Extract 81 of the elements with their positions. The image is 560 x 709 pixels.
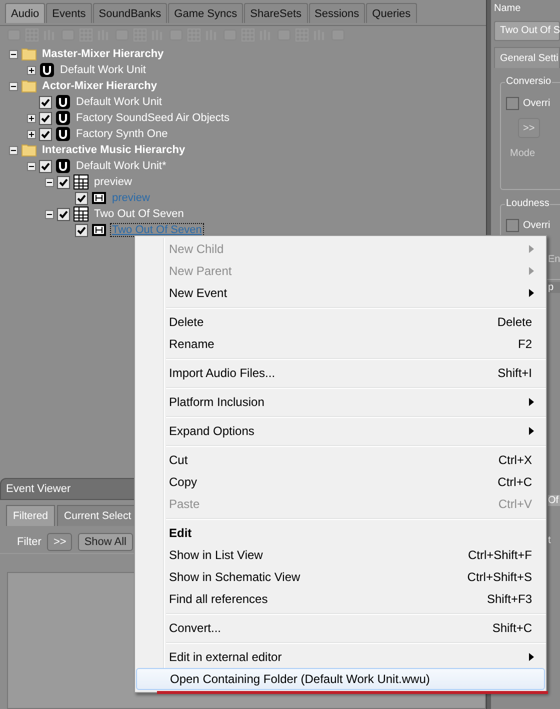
field-text: Of: [548, 495, 560, 506]
checkbox-label: Overri: [523, 220, 550, 231]
menu-item[interactable]: New Event: [136, 282, 546, 304]
collapse-icon[interactable]: [27, 162, 36, 170]
collapse-icon[interactable]: [45, 178, 54, 186]
tree-item[interactable]: Interactive Music Hierarchy: [41, 144, 186, 156]
menu-item[interactable]: Expand Options: [136, 420, 546, 442]
group-title: Loudness: [505, 198, 550, 209]
toolbar-icon[interactable]: [240, 27, 256, 43]
tree-item[interactable]: Actor-Mixer Hierarchy: [41, 80, 158, 92]
tab[interactable]: Queries: [366, 3, 417, 23]
work-unit-icon: [55, 94, 71, 110]
grid-icon: [73, 206, 89, 222]
tab[interactable]: Audio: [5, 3, 46, 23]
menu-item[interactable]: Platform Inclusion: [136, 391, 546, 413]
menu-item[interactable]: Import Audio Files... Shift+I: [136, 362, 546, 384]
expand-icon[interactable]: [27, 130, 36, 138]
group-title: Conversio: [505, 76, 552, 87]
collapse-icon[interactable]: [9, 50, 18, 58]
name-label: Name: [494, 3, 522, 16]
checkbox[interactable]: [57, 176, 70, 188]
tab[interactable]: Sessions: [308, 3, 366, 23]
folder-icon: [21, 78, 37, 94]
checkbox[interactable]: [39, 128, 52, 140]
field-text: En: [548, 254, 560, 265]
work-unit-icon: [55, 126, 71, 142]
tree-item[interactable]: Factory Synth One: [75, 128, 169, 140]
filter-label: Filter: [17, 536, 42, 548]
expand-icon[interactable]: [27, 114, 36, 122]
menu-item[interactable]: Cut Ctrl+X: [136, 449, 546, 471]
menu-item[interactable]: Delete Delete: [136, 311, 546, 333]
folder-icon: [21, 46, 37, 62]
menu-item[interactable]: Rename F2: [136, 333, 546, 355]
menu-item[interactable]: Show in List View Ctrl+Shift+F: [136, 544, 546, 566]
grid-icon: [73, 174, 89, 190]
tree-item[interactable]: Default Work Unit: [75, 96, 163, 108]
checkbox-label: Overri: [523, 98, 550, 109]
work-unit-icon: [55, 110, 71, 126]
filter-button[interactable]: >>: [47, 533, 72, 551]
tree-item[interactable]: Default Work Unit*: [75, 160, 168, 172]
menu-item[interactable]: Show in Schematic View Ctrl+Shift+S: [136, 566, 546, 588]
checkbox[interactable]: [506, 97, 519, 110]
tree-item[interactable]: preview: [93, 176, 133, 188]
tree-item[interactable]: Two Out Of Seven: [93, 208, 185, 220]
tab[interactable]: Game Syncs: [168, 3, 244, 23]
checkbox[interactable]: [75, 224, 88, 236]
checkbox[interactable]: [39, 160, 52, 172]
tab[interactable]: ShareSets: [244, 3, 308, 23]
tree-item[interactable]: Master-Mixer Hierarchy: [41, 48, 165, 60]
mode-label: Mode: [510, 148, 536, 159]
tab[interactable]: SoundBanks: [92, 3, 168, 23]
tab[interactable]: General Setti: [494, 47, 560, 68]
collapse-icon[interactable]: [45, 210, 54, 218]
menu-item[interactable]: Convert... Shift+C: [136, 617, 546, 639]
folder-icon: [21, 142, 37, 158]
work-unit-icon: [39, 62, 55, 78]
toolbar-icon[interactable]: [132, 27, 148, 43]
field-text: t: [548, 535, 551, 546]
field-text: p: [548, 282, 560, 293]
segment-icon: [91, 190, 107, 206]
tree-item[interactable]: Factory SoundSeed Air Objects: [75, 112, 230, 124]
work-unit-icon: [55, 158, 71, 174]
tab[interactable]: Events: [46, 3, 92, 23]
checkbox[interactable]: [39, 112, 52, 124]
toolbar-icon[interactable]: [186, 27, 202, 43]
toolbar-icon[interactable]: [24, 27, 40, 43]
segment-icon: [91, 222, 107, 238]
collapse-icon[interactable]: [9, 82, 18, 90]
toolbar-icon[interactable]: [78, 27, 94, 43]
menu-item[interactable]: Edit: [136, 522, 546, 544]
checkbox[interactable]: [57, 208, 70, 220]
checkbox[interactable]: [39, 96, 52, 108]
checkbox[interactable]: [75, 192, 88, 204]
collapse-icon[interactable]: [9, 146, 18, 154]
menu-item[interactable]: Edit in external editor: [136, 646, 546, 668]
menu-item[interactable]: Find all references Shift+F3: [136, 588, 546, 610]
tree-item[interactable]: Default Work Unit: [59, 64, 147, 76]
checkbox[interactable]: [506, 219, 519, 232]
show-all-button[interactable]: Show All: [78, 533, 133, 551]
toolbar-icon[interactable]: [294, 27, 310, 43]
expand-icon[interactable]: [27, 66, 36, 74]
